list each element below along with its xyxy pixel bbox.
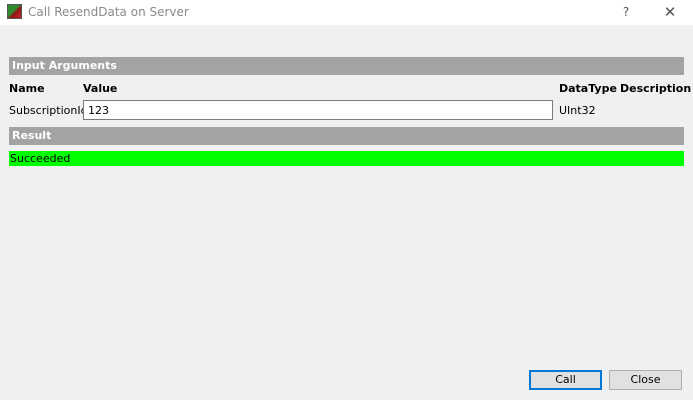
call-button[interactable]: Call [529,370,602,390]
column-header-datatype: DataType [559,82,617,95]
help-icon: ? [622,5,630,19]
column-header-value: Value [83,82,118,95]
result-header: Result [9,127,684,145]
title-bar: Call ResendData on Server ? ✕ [0,0,693,25]
result-status: Succeeded [9,151,684,166]
column-header-description: Description [620,82,692,95]
app-icon [7,4,22,19]
help-button[interactable]: ? [614,3,638,21]
window-title: Call ResendData on Server [28,5,189,19]
argument-datatype: UInt32 [559,104,596,117]
input-arguments-header: Input Arguments [9,57,684,75]
close-icon: ✕ [663,3,677,21]
subscription-id-input[interactable] [83,100,553,120]
window-close-button[interactable]: ✕ [655,1,685,23]
column-header-name: Name [9,82,45,95]
argument-name: SubscriptionId [9,104,88,117]
close-button[interactable]: Close [609,370,682,390]
